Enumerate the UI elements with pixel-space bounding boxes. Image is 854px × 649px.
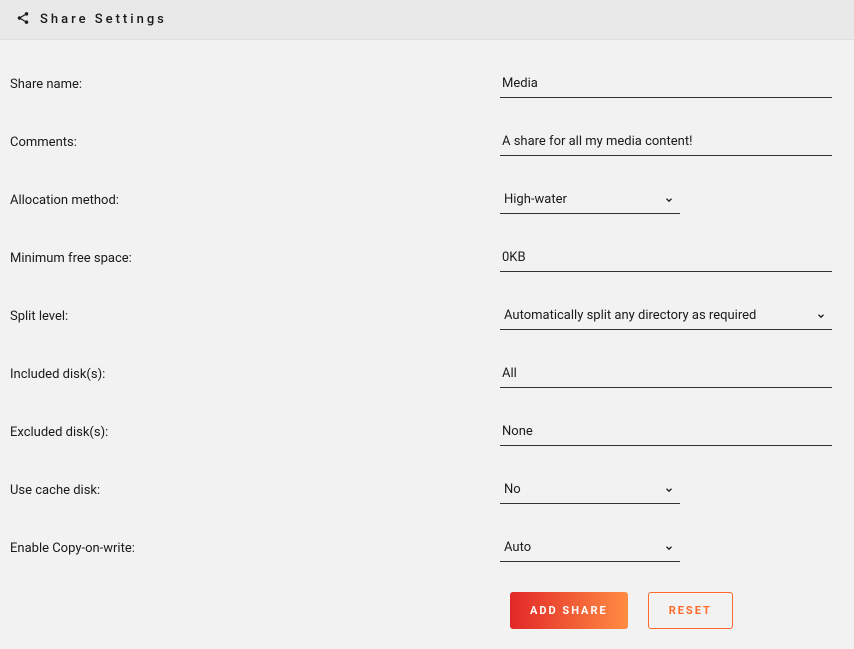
row-allocation-method: Allocation method: High-water	[10, 186, 844, 214]
label-included-disks: Included disk(s):	[10, 367, 500, 382]
comments-input[interactable]	[500, 128, 832, 156]
enable-cow-select[interactable]: Auto	[500, 534, 680, 562]
label-use-cache-disk: Use cache disk:	[10, 483, 500, 498]
row-share-name: Share name:	[10, 70, 844, 98]
page-header: Share Settings	[0, 0, 854, 40]
included-disks-input[interactable]	[500, 360, 832, 388]
share-name-input[interactable]	[500, 70, 832, 98]
row-excluded-disks: Excluded disk(s):	[10, 418, 844, 446]
row-split-level: Split level: Automatically split any dir…	[10, 302, 844, 330]
row-enable-cow: Enable Copy-on-write: Auto	[10, 534, 844, 562]
row-use-cache-disk: Use cache disk: No	[10, 476, 844, 504]
row-comments: Comments:	[10, 128, 844, 156]
split-level-select[interactable]: Automatically split any directory as req…	[500, 302, 832, 330]
use-cache-disk-select[interactable]: No	[500, 476, 680, 504]
label-minimum-free-space: Minimum free space:	[10, 251, 500, 266]
page-title: Share Settings	[40, 12, 167, 27]
button-row: ADD SHARE RESET	[10, 592, 844, 629]
row-minimum-free-space: Minimum free space:	[10, 244, 844, 272]
minimum-free-space-input[interactable]	[500, 244, 832, 272]
allocation-method-value: High-water	[500, 186, 680, 213]
excluded-disks-input[interactable]	[500, 418, 832, 446]
allocation-method-select[interactable]: High-water	[500, 186, 680, 214]
label-enable-cow: Enable Copy-on-write:	[10, 541, 500, 556]
share-icon	[16, 10, 30, 29]
reset-button[interactable]: RESET	[648, 592, 733, 629]
label-comments: Comments:	[10, 135, 500, 150]
label-share-name: Share name:	[10, 77, 500, 92]
form-container: Share name: Comments: Allocation method:…	[0, 40, 854, 649]
use-cache-disk-value: No	[500, 476, 680, 503]
enable-cow-value: Auto	[500, 534, 680, 561]
label-split-level: Split level:	[10, 309, 500, 324]
add-share-button[interactable]: ADD SHARE	[510, 592, 628, 629]
label-excluded-disks: Excluded disk(s):	[10, 425, 500, 440]
split-level-value: Automatically split any directory as req…	[500, 302, 832, 329]
label-allocation-method: Allocation method:	[10, 193, 500, 208]
row-included-disks: Included disk(s):	[10, 360, 844, 388]
